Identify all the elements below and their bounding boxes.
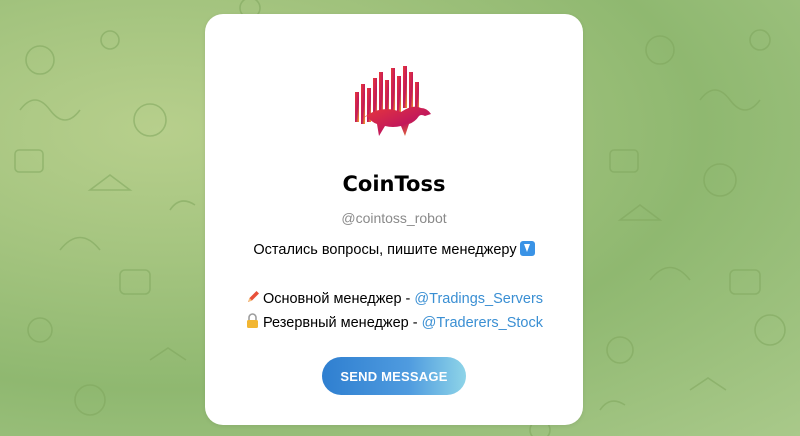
- send-message-button[interactable]: SEND MESSAGE: [322, 357, 466, 395]
- arrow-down-emoji-icon: [519, 241, 535, 256]
- manager-main-link[interactable]: @Tradings_Servers: [414, 291, 543, 307]
- bot-name: CoinToss: [342, 172, 446, 196]
- manager-reserve-link[interactable]: @Traderers_Stock: [422, 315, 543, 331]
- bot-username: @cointoss_robot: [341, 210, 447, 226]
- pencil-emoji-icon: [247, 291, 259, 302]
- manager-reserve-line: Резервный менеджер - @Traderers_Stock: [205, 313, 583, 331]
- description-line-1: Остались вопросы, пишите менеджеру: [205, 241, 583, 258]
- lock-emoji-icon: [247, 313, 258, 328]
- bull-candlestick-logo: [345, 58, 441, 170]
- description-text: Остались вопросы, пишите менеджеру: [253, 242, 517, 258]
- manager-main-line: Основной менеджер - @Tradings_Servers: [205, 289, 583, 307]
- manager-reserve-label: Резервный менеджер -: [263, 315, 422, 331]
- manager-main-label: Основной менеджер -: [262, 291, 415, 307]
